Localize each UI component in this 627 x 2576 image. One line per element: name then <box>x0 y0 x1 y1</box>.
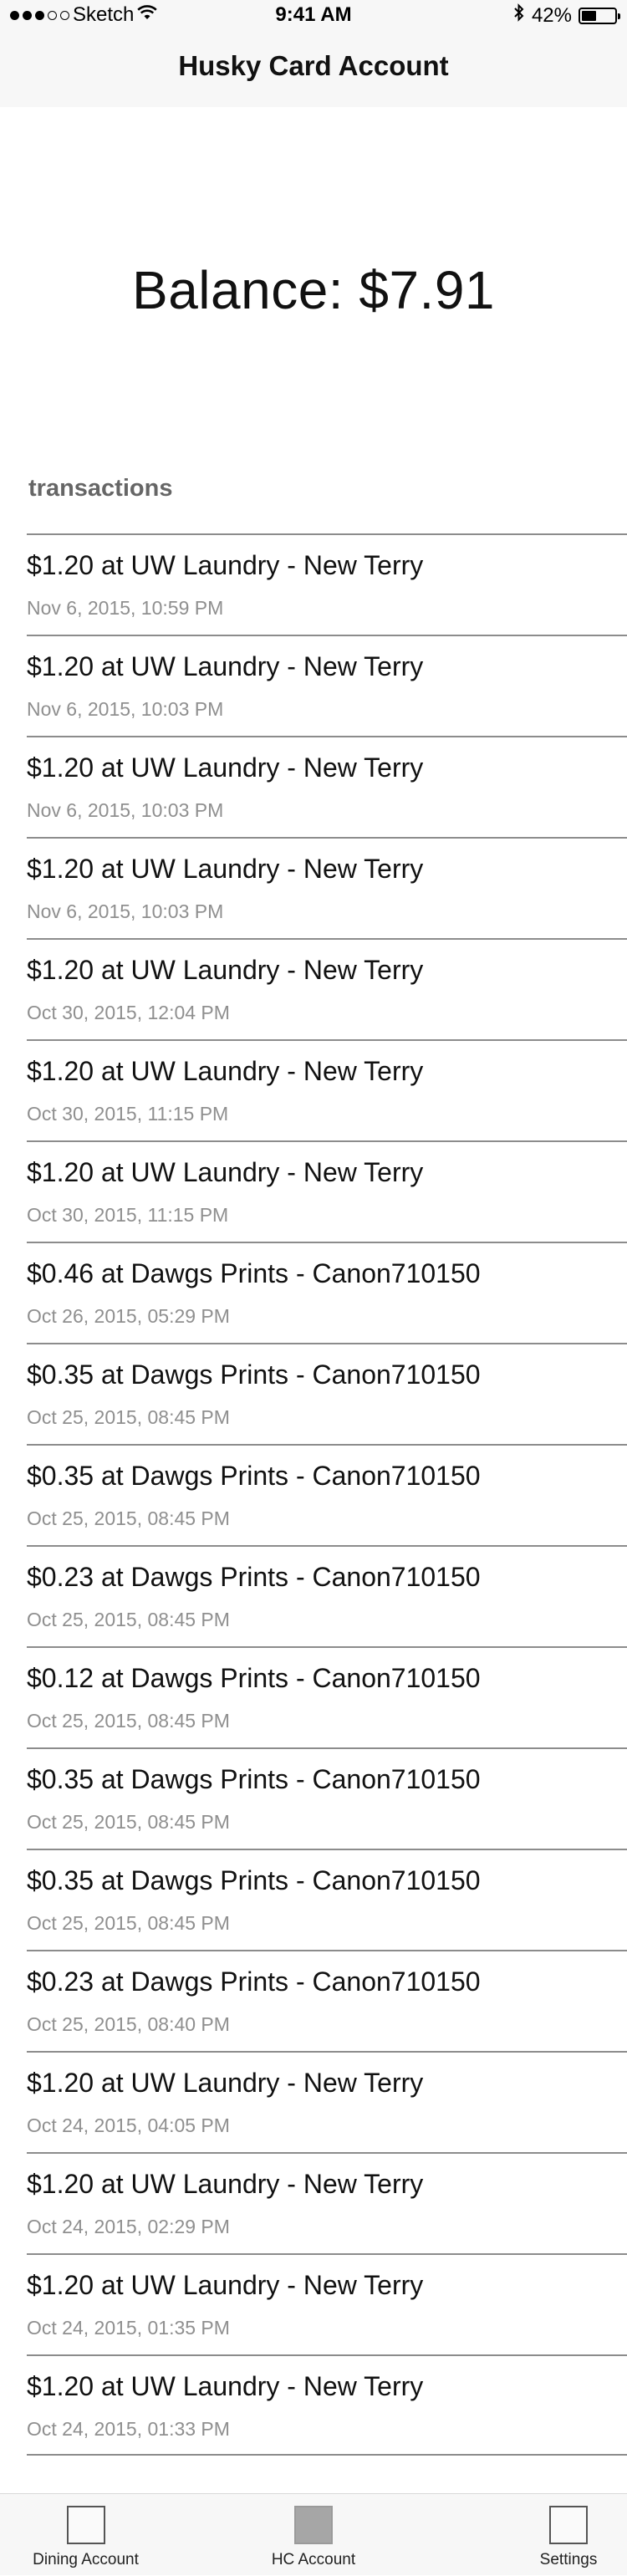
transaction-row[interactable]: $1.20 at UW Laundry - New Terry Oct 24, … <box>27 2253 627 2354</box>
transaction-title: $0.35 at Dawgs Prints - Canon710150 <box>27 1865 481 1895</box>
transaction-title: $1.20 at UW Laundry - New Terry <box>27 752 424 783</box>
transaction-row[interactable]: $1.20 at UW Laundry - New Terry Oct 24, … <box>27 2152 627 2253</box>
transaction-date: Oct 24, 2015, 01:33 PM <box>27 2418 230 2440</box>
page-title: Husky Card Account <box>178 50 449 81</box>
bluetooth-icon <box>513 3 525 28</box>
transaction-title: $1.20 at UW Laundry - New Terry <box>27 854 424 884</box>
status-right: 42% <box>513 3 620 28</box>
transactions-section-header: transactions <box>28 475 173 502</box>
transaction-date: Nov 6, 2015, 10:03 PM <box>27 799 224 821</box>
transaction-title: $1.20 at UW Laundry - New Terry <box>27 2068 424 2098</box>
transaction-date: Oct 26, 2015, 05:29 PM <box>27 1305 230 1327</box>
transaction-date: Oct 24, 2015, 02:29 PM <box>27 2216 230 2237</box>
transaction-title: $0.46 at Dawgs Prints - Canon710150 <box>27 1258 481 1288</box>
battery-icon <box>579 7 620 24</box>
transaction-title: $1.20 at UW Laundry - New Terry <box>27 550 424 580</box>
tab-placeholder-icon <box>294 2506 333 2544</box>
transaction-row[interactable]: $0.35 at Dawgs Prints - Canon710150 Oct … <box>27 1444 627 1545</box>
transaction-row[interactable]: $0.23 at Dawgs Prints - Canon710150 Oct … <box>27 1545 627 1646</box>
transaction-date: Nov 6, 2015, 10:03 PM <box>27 900 224 922</box>
transaction-row[interactable]: $0.23 at Dawgs Prints - Canon710150 Oct … <box>27 1950 627 2051</box>
transaction-date: Oct 30, 2015, 12:04 PM <box>27 1002 230 1023</box>
transaction-date: Oct 24, 2015, 01:35 PM <box>27 2317 230 2339</box>
transaction-date: Oct 25, 2015, 08:45 PM <box>27 1507 230 1529</box>
transaction-row[interactable]: $1.20 at UW Laundry - New Terry Nov 6, 2… <box>27 837 627 938</box>
transaction-date: Oct 25, 2015, 08:45 PM <box>27 1609 230 1630</box>
tab-hc-account[interactable]: HC Account <box>226 2494 401 2576</box>
transaction-row[interactable]: $1.20 at UW Laundry - New Terry Nov 6, 2… <box>27 635 627 736</box>
transaction-row[interactable]: $1.20 at UW Laundry - New Terry Oct 30, … <box>27 938 627 1039</box>
tab-label: Settings <box>539 2551 598 2568</box>
transaction-date: Nov 6, 2015, 10:03 PM <box>27 698 224 720</box>
transactions-list: $1.20 at UW Laundry - New Terry Nov 6, 2… <box>27 533 627 2456</box>
transaction-date: Oct 25, 2015, 08:45 PM <box>27 1710 230 1732</box>
transaction-title: $0.35 at Dawgs Prints - Canon710150 <box>27 1764 481 1794</box>
transaction-date: Oct 25, 2015, 08:45 PM <box>27 1811 230 1833</box>
tab-placeholder-icon <box>549 2506 588 2544</box>
transaction-title: $1.20 at UW Laundry - New Terry <box>27 955 424 985</box>
battery-percent: 42% <box>531 3 572 27</box>
tab-placeholder-icon <box>66 2506 105 2544</box>
transaction-title: $0.12 at Dawgs Prints - Canon710150 <box>27 1663 481 1693</box>
transaction-title: $1.20 at UW Laundry - New Terry <box>27 1056 424 1086</box>
transaction-title: $1.20 at UW Laundry - New Terry <box>27 2270 424 2300</box>
transaction-date: Oct 25, 2015, 08:45 PM <box>27 1912 230 1934</box>
transaction-row[interactable]: $1.20 at UW Laundry - New Terry Oct 30, … <box>27 1039 627 1140</box>
tab-label: Dining Account <box>33 2551 139 2568</box>
transaction-title: $1.20 at UW Laundry - New Terry <box>27 2371 424 2401</box>
tab-bar: Dining Account HC Account Settings <box>0 2493 627 2575</box>
transaction-title: $0.35 at Dawgs Prints - Canon710150 <box>27 1359 481 1390</box>
balance-display: Balance: $7.91 <box>132 260 495 320</box>
transaction-date: Oct 25, 2015, 08:45 PM <box>27 1406 230 1428</box>
tab-dining-account[interactable]: Dining Account <box>0 2494 171 2576</box>
transaction-date: Oct 30, 2015, 11:15 PM <box>27 1204 229 1226</box>
transaction-date: Oct 30, 2015, 11:15 PM <box>27 1103 229 1125</box>
transaction-row[interactable]: $0.35 at Dawgs Prints - Canon710150 Oct … <box>27 1747 627 1849</box>
transaction-title: $0.23 at Dawgs Prints - Canon710150 <box>27 1562 481 1592</box>
transaction-row[interactable]: $0.12 at Dawgs Prints - Canon710150 Oct … <box>27 1646 627 1747</box>
transaction-date: Oct 24, 2015, 04:05 PM <box>27 2114 230 2136</box>
status-bar: Sketch 9:41 AM 42% <box>0 0 627 33</box>
transaction-row[interactable]: $0.35 at Dawgs Prints - Canon710150 Oct … <box>27 1343 627 1444</box>
transaction-date: Oct 25, 2015, 08:40 PM <box>27 2013 230 2035</box>
transaction-row[interactable]: $0.46 at Dawgs Prints - Canon710150 Oct … <box>27 1242 627 1343</box>
transaction-title: $1.20 at UW Laundry - New Terry <box>27 651 424 681</box>
transaction-title: $0.23 at Dawgs Prints - Canon710150 <box>27 1966 481 1997</box>
tab-label: HC Account <box>271 2551 356 2568</box>
top-bar: Sketch 9:41 AM 42% Husky Card Account <box>0 0 627 107</box>
transaction-row[interactable]: $1.20 at UW Laundry - New Terry Oct 24, … <box>27 2051 627 2152</box>
transaction-row[interactable]: $1.20 at UW Laundry - New Terry Oct 24, … <box>27 2354 627 2456</box>
transaction-row[interactable]: $1.20 at UW Laundry - New Terry Nov 6, 2… <box>27 736 627 837</box>
transaction-row[interactable]: $1.20 at UW Laundry - New Terry Oct 30, … <box>27 1140 627 1242</box>
transaction-title: $1.20 at UW Laundry - New Terry <box>27 1157 424 1187</box>
transaction-title: $1.20 at UW Laundry - New Terry <box>27 2169 424 2199</box>
transaction-row[interactable]: $1.20 at UW Laundry - New Terry Nov 6, 2… <box>27 533 627 635</box>
transaction-title: $0.35 at Dawgs Prints - Canon710150 <box>27 1461 481 1491</box>
tab-settings[interactable]: Settings <box>510 2494 627 2576</box>
transaction-row[interactable]: $0.35 at Dawgs Prints - Canon710150 Oct … <box>27 1849 627 1950</box>
transaction-date: Nov 6, 2015, 10:59 PM <box>27 597 224 619</box>
